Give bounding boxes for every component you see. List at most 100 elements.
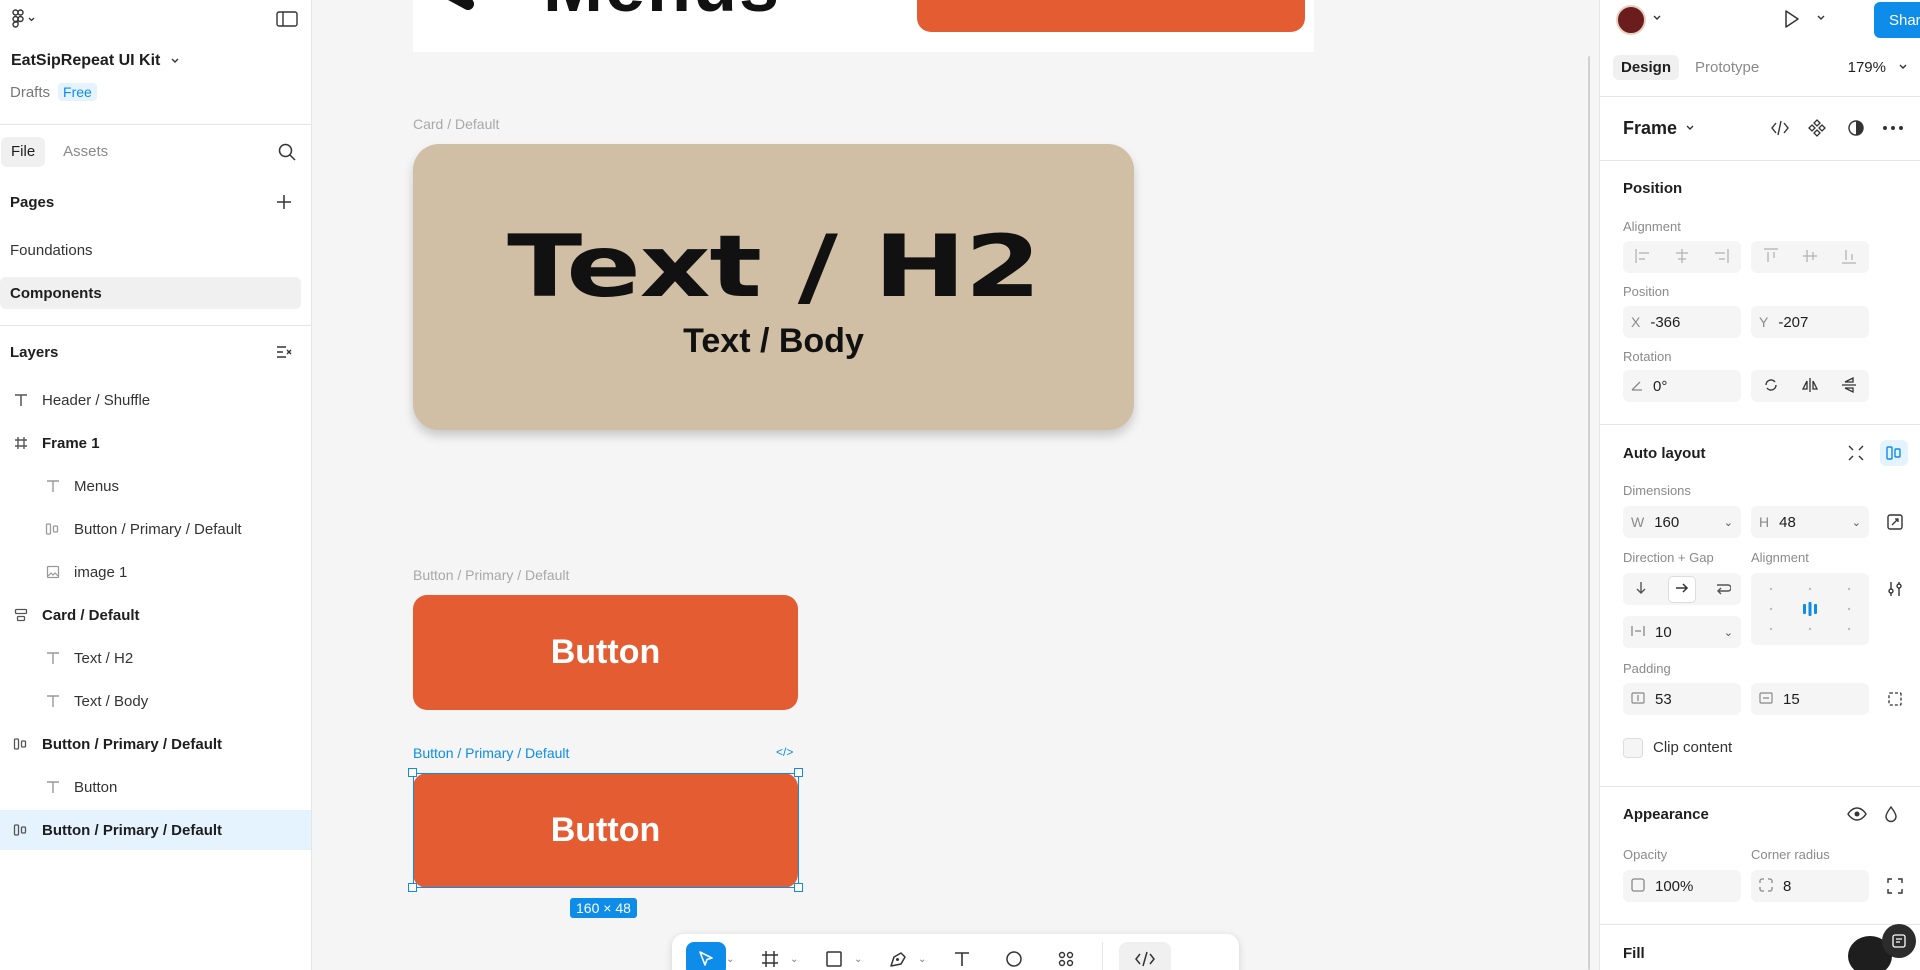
pen-tool[interactable]: ⌄: [874, 942, 934, 970]
resize-handle[interactable]: [794, 883, 803, 892]
share-button[interactable]: Share: [1874, 2, 1920, 38]
layer-row-selected[interactable]: Button / Primary / Default: [0, 810, 311, 850]
rotation-input[interactable]: 0°: [1623, 370, 1741, 402]
more-icon[interactable]: [1882, 125, 1904, 131]
align-right-icon[interactable]: [1712, 248, 1730, 267]
horizontal-padding-input[interactable]: 53: [1623, 683, 1741, 715]
x-position-input[interactable]: X -366: [1623, 306, 1741, 338]
actions-tool[interactable]: [1042, 942, 1090, 970]
page-foundations[interactable]: Foundations: [0, 234, 301, 266]
button-primary-default-selected[interactable]: Button: [413, 773, 798, 888]
zoom-level[interactable]: 179%: [1848, 59, 1886, 76]
layer-row[interactable]: Text / H2: [0, 638, 311, 678]
layer-row[interactable]: Button / Primary / Default: [0, 724, 311, 764]
wrap-icon[interactable]: [1715, 580, 1732, 599]
layer-row[interactable]: Card / Default: [0, 595, 311, 635]
mask-icon[interactable]: [1846, 118, 1866, 138]
search-icon[interactable]: [277, 142, 297, 162]
tab-design[interactable]: Design: [1613, 54, 1680, 80]
canvas-scrollbar[interactable]: [1588, 56, 1590, 970]
align-middle-icon[interactable]: [1802, 247, 1818, 268]
screenshot-tool-icon[interactable]: [1882, 924, 1916, 958]
layout-toggle-icon[interactable]: [1880, 440, 1908, 466]
chevron-down-icon[interactable]: [1685, 124, 1695, 132]
play-icon[interactable]: [1780, 8, 1802, 30]
resize-handle[interactable]: [794, 768, 803, 777]
collapse-icon[interactable]: [1847, 444, 1865, 462]
vertical-padding-input[interactable]: 15: [1751, 683, 1869, 715]
independent-corners-icon[interactable]: [1886, 877, 1904, 895]
chevron-down-icon[interactable]: ⌄: [854, 954, 866, 965]
rotate-icon[interactable]: [1762, 376, 1780, 397]
frame-button[interactable]: [917, 0, 1305, 32]
arrow-down-icon[interactable]: [1633, 580, 1649, 599]
chevron-down-icon[interactable]: [1816, 14, 1826, 22]
file-title[interactable]: EatSipRepeat UI Kit: [0, 48, 311, 74]
button2-frame-label[interactable]: Button / Primary / Default: [413, 745, 569, 761]
flip-vertical-icon[interactable]: [1840, 376, 1858, 397]
code-icon[interactable]: </>: [776, 745, 793, 759]
canvas[interactable]: Menus Card / Default Text / H2 Text / Bo…: [313, 0, 1590, 970]
chevron-down-icon[interactable]: ⌄: [790, 954, 802, 965]
page-components[interactable]: Components: [0, 277, 301, 309]
frame-type-label[interactable]: Frame: [1623, 118, 1677, 139]
constrain-proportions-icon[interactable]: [1886, 513, 1904, 531]
button-primary-default[interactable]: Button: [413, 595, 798, 710]
corner-radius-input[interactable]: 8: [1751, 870, 1869, 902]
arrow-right-icon[interactable]: [1667, 575, 1696, 603]
flip-horizontal-icon[interactable]: [1801, 376, 1819, 397]
eye-icon[interactable]: [1847, 806, 1867, 822]
code-icon[interactable]: [1770, 120, 1790, 136]
comment-tool[interactable]: [990, 942, 1038, 970]
component-icon[interactable]: [1807, 118, 1827, 138]
align-left-icon[interactable]: [1634, 248, 1652, 267]
collapse-layers-icon[interactable]: [275, 343, 293, 361]
frame-tool[interactable]: ⌄: [746, 942, 806, 970]
alignment-grid[interactable]: [1751, 573, 1869, 645]
card-default[interactable]: Text / H2 Text / Body: [413, 144, 1134, 430]
text-tool[interactable]: [938, 942, 986, 970]
layer-row[interactable]: Header / Shuffle: [0, 380, 311, 420]
alignment-settings-icon[interactable]: [1886, 580, 1904, 598]
tab-prototype[interactable]: Prototype: [1687, 55, 1767, 80]
figma-menu-icon[interactable]: [10, 8, 38, 30]
shape-tool[interactable]: ⌄: [810, 942, 870, 970]
width-input[interactable]: W 160 ⌄: [1623, 506, 1741, 538]
resize-handle[interactable]: [408, 768, 417, 777]
tab-assets[interactable]: Assets: [53, 137, 118, 167]
drafts-link[interactable]: Drafts: [10, 84, 50, 101]
layer-row[interactable]: Button / Primary / Default: [0, 509, 311, 549]
blend-mode-icon[interactable]: [1883, 805, 1899, 823]
chevron-down-icon[interactable]: [1898, 63, 1908, 71]
button1-frame-label[interactable]: Button / Primary / Default: [413, 567, 569, 583]
layer-row[interactable]: Frame 1: [0, 423, 311, 463]
y-position-input[interactable]: Y -207: [1751, 306, 1869, 338]
chevron-down-icon[interactable]: ⌄: [918, 954, 930, 965]
layer-row[interactable]: image 1: [0, 552, 311, 592]
individual-padding-icon[interactable]: [1886, 690, 1904, 708]
resize-handle[interactable]: [408, 883, 417, 892]
layer-row[interactable]: Text / Body: [0, 681, 311, 721]
dev-mode-toggle[interactable]: [1115, 942, 1175, 970]
chevron-down-icon[interactable]: [1652, 14, 1662, 22]
chevron-down-icon[interactable]: ⌄: [726, 954, 738, 965]
height-input[interactable]: H 48 ⌄: [1751, 506, 1869, 538]
align-top-icon[interactable]: [1763, 247, 1779, 268]
clip-content-checkbox[interactable]: [1623, 738, 1643, 758]
align-center-h-icon[interactable]: [1673, 248, 1691, 267]
move-tool[interactable]: ⌄: [682, 942, 742, 970]
chevron-down-icon[interactable]: ⌄: [1724, 516, 1733, 529]
layer-row[interactable]: Menus: [0, 466, 311, 506]
layer-row[interactable]: Button: [0, 767, 311, 807]
align-bottom-icon[interactable]: [1841, 247, 1857, 268]
card-frame-label[interactable]: Card / Default: [413, 116, 499, 132]
chevron-down-icon[interactable]: ⌄: [1724, 626, 1733, 639]
opacity-input[interactable]: 100%: [1623, 870, 1741, 902]
add-page-icon[interactable]: [275, 193, 293, 211]
avatar[interactable]: [1616, 5, 1646, 35]
gap-input[interactable]: 10 ⌄: [1623, 616, 1741, 648]
tab-file[interactable]: File: [1, 137, 46, 167]
chevron-down-icon[interactable]: ⌄: [1852, 516, 1861, 529]
frame-1[interactable]: Menus: [413, 0, 1314, 52]
toggle-sidebar-icon[interactable]: [275, 9, 299, 29]
